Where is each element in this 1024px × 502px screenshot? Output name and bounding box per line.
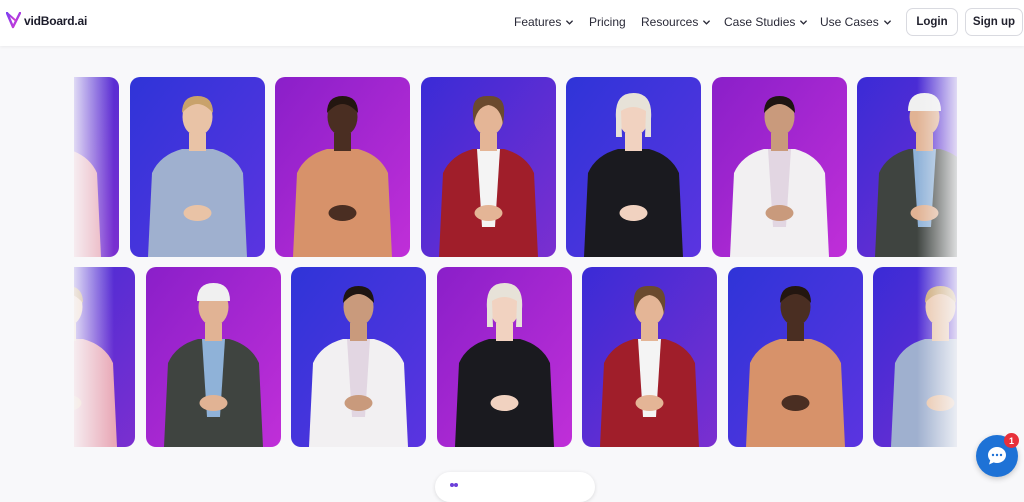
nav-resources[interactable]: Resources — [641, 15, 711, 29]
nav-resources-label: Resources — [641, 15, 699, 29]
brand-logo[interactable]: vidBoard.ai — [6, 12, 87, 29]
nav-case-studies-label: Case Studies — [724, 15, 796, 29]
avatar-portrait-image — [275, 77, 410, 257]
nav-features[interactable]: Features — [514, 15, 574, 29]
avatar-card-woman-white-blazer[interactable] — [291, 267, 426, 447]
nav-features-label: Features — [514, 15, 562, 29]
avatar-portrait-image — [873, 267, 957, 447]
avatar-portrait-image — [857, 77, 957, 257]
people-icon — [450, 483, 458, 487]
nav-use-cases-label: Use Cases — [820, 15, 879, 29]
chat-bubble-icon — [988, 447, 1006, 465]
avatar-card-woman-pink-blazer[interactable] — [74, 77, 119, 257]
avatar-card-man-worker-overalls[interactable] — [857, 77, 957, 257]
avatar-portrait-image — [566, 77, 701, 257]
avatar-row-bottom — [74, 267, 957, 447]
vidboard-logo-icon — [6, 12, 21, 29]
chat-unread-badge: 1 — [1004, 433, 1019, 448]
top-navbar: vidBoard.ai Features Pricing Resources C… — [0, 0, 1024, 46]
chevron-down-icon — [883, 19, 891, 25]
avatar-portrait-image — [436, 267, 572, 447]
avatar-portrait-image — [145, 267, 281, 447]
avatar-portrait-image — [129, 77, 265, 257]
avatar-card-woman-black-leather-jacket[interactable] — [566, 77, 701, 257]
chevron-down-icon — [703, 19, 711, 25]
avatar-card-woman-pink-blazer[interactable] — [74, 267, 135, 447]
avatar-portrait-image — [582, 267, 717, 447]
avatar-card-man-orange-sweater[interactable] — [275, 77, 410, 257]
nav-case-studies[interactable]: Case Studies — [724, 15, 808, 29]
signup-button[interactable]: Sign up — [965, 8, 1023, 36]
avatar-card-man-worker-overalls[interactable] — [145, 267, 281, 447]
avatar-row-top — [74, 77, 957, 257]
avatar-portrait-image — [727, 267, 863, 447]
avatar-card-woman-blue-sweater[interactable] — [129, 77, 265, 257]
avatar-gallery — [74, 62, 957, 457]
avatar-card-woman-black-leather-jacket[interactable] — [436, 267, 572, 447]
chevron-down-icon — [566, 19, 574, 25]
avatar-card-woman-blue-sweater[interactable] — [873, 267, 957, 447]
avatar-card-woman-white-blazer[interactable] — [711, 77, 847, 257]
brand-name: vidBoard.ai — [24, 13, 88, 28]
chevron-down-icon — [800, 19, 808, 25]
avatar-portrait-image — [711, 77, 847, 257]
avatar-portrait-image — [420, 77, 556, 257]
avatar-card-man-red-blazer[interactable] — [582, 267, 717, 447]
avatar-portrait-image — [291, 267, 426, 447]
avatar-portrait-image — [74, 267, 135, 447]
avatars-available-badge — [435, 472, 595, 502]
avatar-card-man-orange-sweater[interactable] — [727, 267, 863, 447]
avatar-portrait-image — [74, 77, 119, 257]
nav-pricing-label: Pricing — [589, 15, 626, 29]
nav-use-cases[interactable]: Use Cases — [820, 15, 892, 29]
nav-pricing[interactable]: Pricing — [589, 15, 626, 29]
avatar-card-man-red-blazer[interactable] — [420, 77, 556, 257]
login-button[interactable]: Login — [906, 8, 958, 36]
